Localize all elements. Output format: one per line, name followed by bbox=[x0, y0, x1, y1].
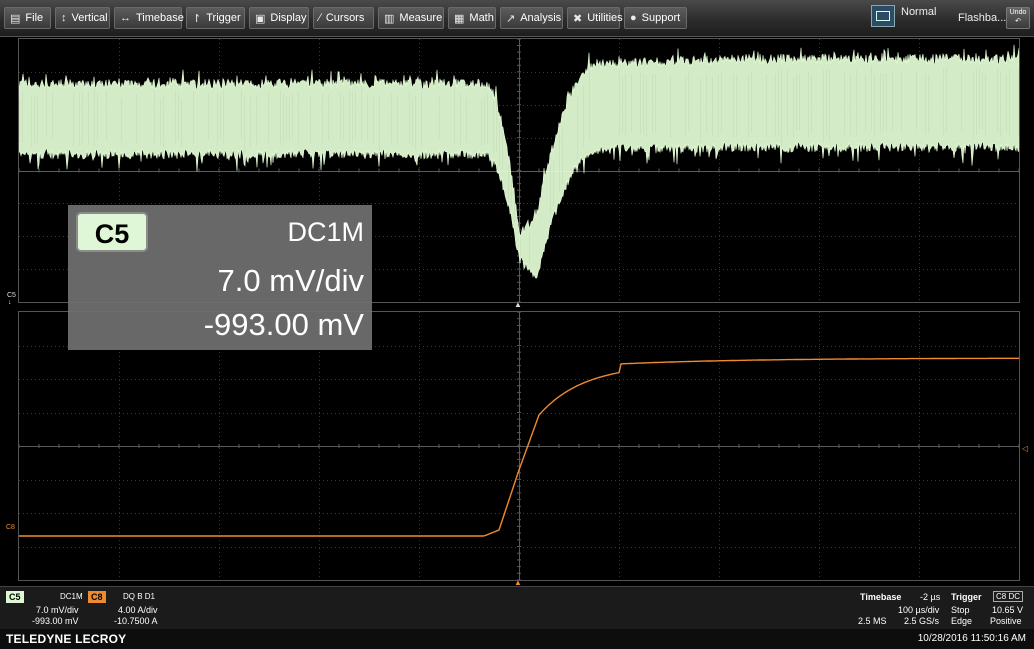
timebase-delay: -2 µs bbox=[920, 592, 941, 602]
c5-chip: C5 bbox=[6, 591, 24, 603]
trigger-mode: Stop bbox=[951, 605, 970, 615]
file-icon: ▤ bbox=[10, 12, 21, 25]
trigger-level-marker-icon: ◁ bbox=[1022, 444, 1029, 453]
c8-offset: -10.7500 A bbox=[114, 616, 158, 626]
c5-offset: -993.00 mV bbox=[32, 616, 79, 626]
vertical-arrows-icon: ↕ bbox=[61, 12, 67, 24]
descriptor-bar: C5 DC1M 7.0 mV/div -993.00 mV C8 DQ B D1… bbox=[0, 586, 1034, 630]
trigger-mode-label[interactable]: Normal bbox=[901, 6, 936, 18]
menu-measure-button[interactable]: ▥ Measure bbox=[378, 7, 444, 29]
timebase-title: Timebase bbox=[860, 592, 902, 602]
trigger-slope: Positive bbox=[990, 616, 1022, 626]
display-icon: ▣ bbox=[255, 12, 266, 25]
menu-label: Utilities bbox=[587, 12, 623, 24]
channel-c5-descriptor-overlay[interactable]: C5 DC1M 7.0 mV/div -993.00 mV bbox=[68, 205, 372, 350]
c8-source: DQ B D1 bbox=[123, 592, 156, 601]
c5-scale: 7.0 mV/div bbox=[36, 605, 79, 615]
undo-arrow-icon: ↶ bbox=[1015, 18, 1021, 25]
math-icon: ▦ bbox=[454, 12, 465, 25]
menu-label: Timebase bbox=[136, 12, 184, 24]
menu-display-button[interactable]: ▣ Display bbox=[249, 7, 309, 29]
display-mode-icon[interactable] bbox=[871, 5, 895, 27]
support-icon: ● bbox=[630, 12, 637, 24]
menu-math-button[interactable]: ▦ Math bbox=[448, 7, 496, 29]
timebase-per-div: 100 µs/div bbox=[898, 605, 940, 615]
cursors-icon: ∕ bbox=[319, 12, 321, 24]
channel-c8-grid[interactable] bbox=[18, 311, 1020, 581]
menu-analysis-button[interactable]: ↗ Analysis bbox=[500, 7, 563, 29]
menu-label: Trigger bbox=[206, 12, 241, 24]
c5-marker-arrow-icon: ↓ bbox=[8, 299, 12, 306]
trigger-source: C8 DC bbox=[993, 591, 1024, 602]
c5-ground-marker[interactable]: C5 bbox=[7, 292, 16, 299]
horizontal-arrows-icon: ↔ bbox=[120, 12, 131, 24]
menu-file-button[interactable]: ▤ File bbox=[4, 7, 51, 29]
trigger-icon: ↾ bbox=[192, 12, 202, 25]
undo-label: Undo bbox=[1009, 9, 1027, 16]
trigger-type: Edge bbox=[951, 616, 973, 626]
undo-button[interactable]: Undo ↶ bbox=[1006, 7, 1030, 29]
c5-coupling: DC1M bbox=[60, 592, 83, 601]
badge-channel-chip: C5 bbox=[76, 212, 148, 252]
status-bar: TELEDYNE LECROY 10/28/2016 11:50:16 AM bbox=[0, 629, 1034, 649]
badge-offset: -993.00 mV bbox=[203, 307, 364, 342]
menu-label: Support bbox=[641, 12, 681, 24]
c8-scale: 4.00 A/div bbox=[118, 605, 158, 615]
menu-cursors-button[interactable]: ∕ Cursors bbox=[313, 7, 374, 29]
menu-timebase-button[interactable]: ↔ Timebase bbox=[114, 7, 184, 29]
measure-icon: ▥ bbox=[384, 12, 395, 25]
flashback-button[interactable]: Flashba... bbox=[958, 12, 1006, 24]
menu-label: Cursors bbox=[325, 12, 365, 24]
menu-label: Analysis bbox=[520, 12, 562, 24]
badge-scale: 7.0 mV/div bbox=[217, 263, 364, 298]
trigger-level: 10.65 V bbox=[992, 605, 1024, 615]
menu-bar: ▤ File ↕ Vertical ↔ Timebase ↾ Trigger ▣ Display ∕… bbox=[0, 0, 1034, 37]
date-time: 10/28/2016 11:50:16 AM bbox=[917, 633, 1026, 644]
menu-label: Vertical bbox=[71, 12, 108, 24]
menu-label: Math bbox=[469, 12, 494, 24]
menu-label: File bbox=[25, 12, 44, 24]
c8-ground-marker[interactable]: C8 bbox=[6, 524, 15, 531]
badge-coupling: DC1M bbox=[287, 217, 364, 247]
menu-trigger-button[interactable]: ↾ Trigger bbox=[186, 7, 245, 29]
menu-utilities-button[interactable]: ✖ Utilities bbox=[567, 7, 623, 29]
c8-graticule bbox=[19, 312, 1019, 580]
brand-logo: TELEDYNE LECROY bbox=[6, 632, 127, 646]
menu-vertical-button[interactable]: ↕ Vertical bbox=[55, 7, 110, 29]
timebase-samples: 2.5 MS bbox=[858, 616, 887, 626]
menu-label: Measure bbox=[399, 12, 443, 24]
trigger-title: Trigger bbox=[951, 592, 982, 602]
timebase-rate: 2.5 GS/s bbox=[904, 616, 940, 626]
utilities-icon: ✖ bbox=[573, 12, 583, 25]
trigger-position-marker-icon: ▲ bbox=[514, 300, 522, 309]
c8-chip: C8 bbox=[88, 591, 106, 603]
analysis-icon: ↗ bbox=[506, 12, 516, 25]
menu-support-button[interactable]: ● Support bbox=[624, 7, 687, 29]
menu-label: Display bbox=[270, 12, 307, 24]
